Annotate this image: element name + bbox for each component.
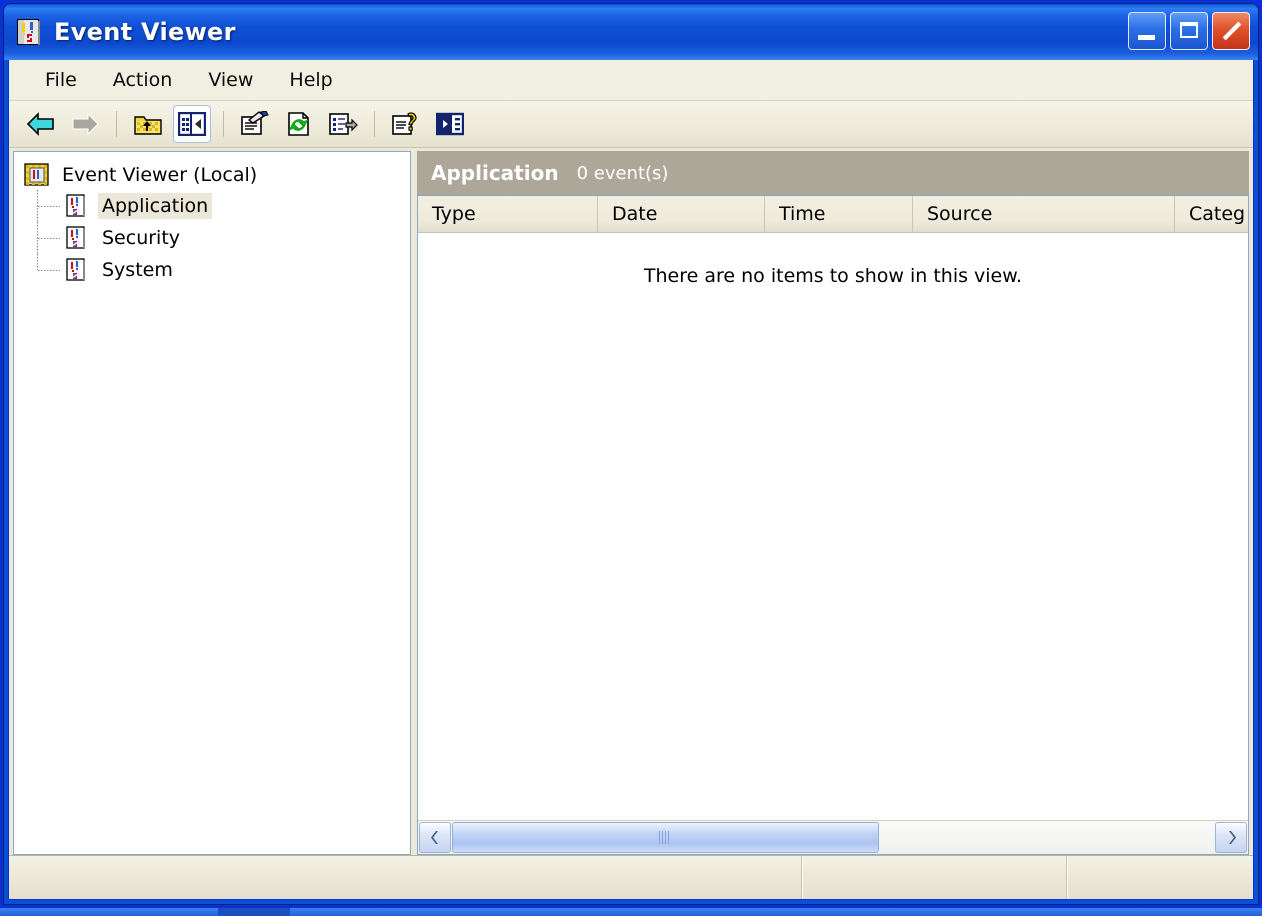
menu-bar: File Action View Help [9,60,1253,101]
tree-connector-horizontal [38,238,60,239]
toolbar-separator [374,111,375,137]
title-bar[interactable]: Event Viewer [4,4,1258,60]
horizontal-scrollbar[interactable] [418,820,1248,854]
console-tree-icon [178,112,206,136]
toolbar-separator [116,111,117,137]
tree-item-label-system: System [102,259,173,281]
list-log-name: Application [431,161,559,185]
scroll-right-button[interactable] [1215,822,1247,853]
log-icon [64,193,90,219]
status-pane-tertiary [1068,856,1253,899]
tree-connector-horizontal [38,206,60,207]
column-header-type[interactable]: Type [418,196,598,232]
client-area: File Action View Help Event Viewer (Loca… [8,60,1254,900]
tree-root-label: Event Viewer (Local) [62,164,258,186]
tree-connector-horizontal [38,270,60,271]
help-button[interactable] [387,105,425,143]
up-folder-icon [134,116,162,135]
tree-item-security[interactable]: Security [24,222,410,254]
menu-view[interactable]: View [190,66,271,94]
show-hide-console-tree-button[interactable] [173,105,211,143]
toolbar-separator [223,111,224,137]
menu-help[interactable]: Help [271,66,350,94]
tree-item-label-security: Security [102,227,181,249]
panes-container: Event Viewer (Local) Application Securit… [9,148,1253,855]
properties-button[interactable] [236,105,274,143]
taskbar-item[interactable] [218,908,290,916]
status-pane-secondary [803,856,1068,899]
toolbar [9,101,1253,148]
chevron-right-icon [1228,831,1236,844]
event-list-pane: Application 0 event(s) Type Date Time So… [417,151,1249,855]
taskbar[interactable] [0,908,1262,916]
scroll-left-button[interactable] [419,822,451,853]
list-event-count: 0 event(s) [576,162,669,184]
scrollbar-grip-icon [659,831,672,844]
menu-action[interactable]: Action [95,66,191,94]
view-pane-button[interactable] [431,105,469,143]
event-viewer-screen: Event Viewer File Action View Help Event… [0,0,1262,916]
maximize-button[interactable] [1170,12,1208,50]
back-arrow-icon [26,112,54,136]
scrollbar-thumb[interactable] [452,822,879,853]
menu-file[interactable]: File [27,66,95,94]
tree-item-label-application: Application [98,193,213,219]
console-tree: Event Viewer (Local) Application Securit… [14,152,410,286]
log-icon [64,257,90,283]
column-header-category[interactable]: Categ [1175,196,1248,232]
help-icon [392,112,417,135]
forward-button [66,105,104,143]
up-one-level-button[interactable] [129,105,167,143]
properties-icon [241,111,269,135]
back-button[interactable] [22,105,60,143]
refresh-icon [288,112,309,136]
scrollbar-track[interactable] [452,822,1214,853]
log-icon [64,225,90,251]
tree-item-system[interactable]: System [24,254,410,286]
refresh-button[interactable] [280,105,318,143]
tree-item-event-viewer-local[interactable]: Event Viewer (Local) [24,160,410,190]
minimize-button[interactable] [1128,12,1166,50]
export-list-button[interactable] [324,105,362,143]
tree-connector-vertical [37,254,38,270]
event-log-icon [14,17,44,47]
column-header-time[interactable]: Time [765,196,913,232]
forward-arrow-icon [72,112,99,136]
window-controls [1128,12,1250,50]
list-header-bar: Application 0 event(s) [417,151,1249,195]
window-title: Event Viewer [54,18,236,46]
minimize-icon [1138,35,1155,40]
event-viewer-window: Event Viewer File Action View Help Event… [4,4,1258,904]
tree-item-application[interactable]: Application [24,190,410,222]
column-header-source[interactable]: Source [913,196,1175,232]
column-header-row: Type Date Time Source Categ [418,196,1248,233]
view-pane-icon [436,112,464,136]
close-icon [1222,21,1242,41]
column-header-date[interactable]: Date [598,196,765,232]
console-root-icon [24,162,50,188]
close-button[interactable] [1212,12,1250,50]
status-bar [9,855,1253,899]
maximize-icon [1180,22,1198,38]
console-tree-pane[interactable]: Event Viewer (Local) Application Securit… [13,151,411,855]
event-list-view[interactable]: Type Date Time Source Categ There are no… [417,195,1249,855]
export-list-icon [329,113,358,135]
empty-view-message: There are no items to show in this view. [643,265,1023,287]
chevron-left-icon [430,831,438,844]
status-pane-main [9,856,803,899]
